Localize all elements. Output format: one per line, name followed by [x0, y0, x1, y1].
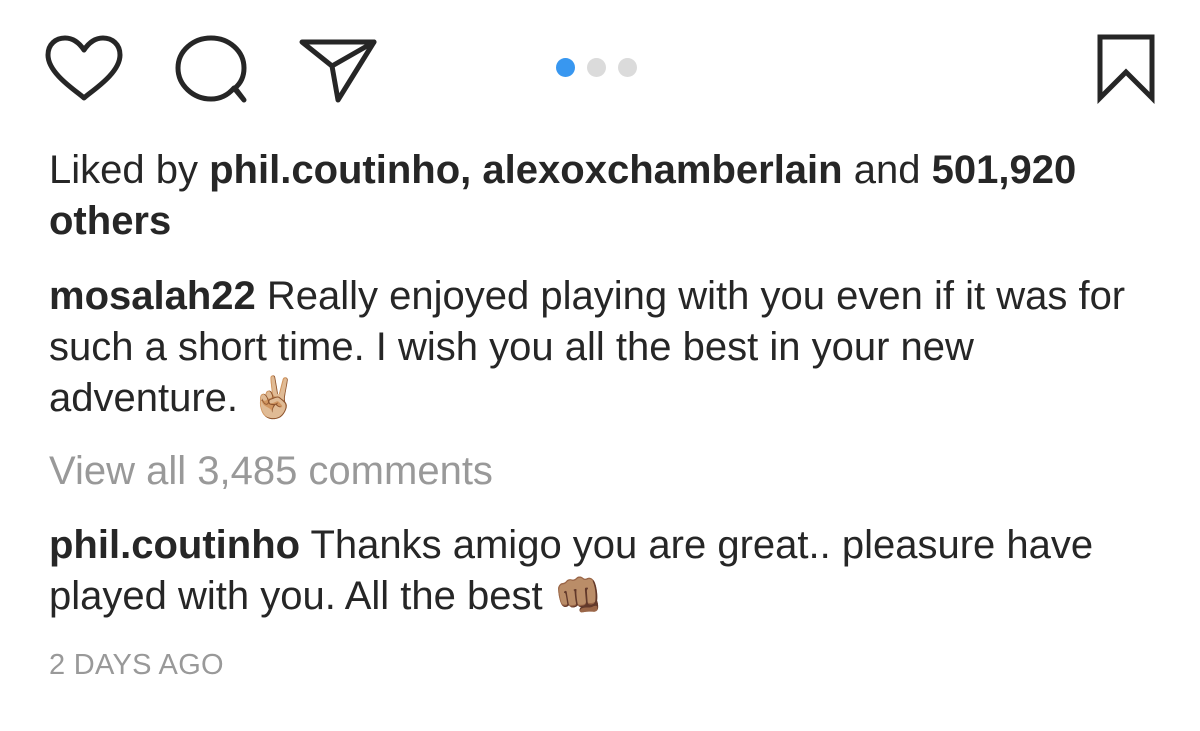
view-all-comments-link[interactable]: View all 3,485 comments	[49, 449, 493, 493]
bookmark-icon	[1097, 34, 1155, 104]
likes-prefix: Liked by	[49, 148, 198, 192]
fist-bump-emoji: 👊🏽	[553, 573, 604, 619]
like-button[interactable]	[44, 34, 124, 104]
comment-button[interactable]	[172, 34, 252, 104]
victory-hand-emoji: ✌🏼	[249, 375, 299, 421]
carousel-dot-2	[587, 57, 606, 77]
post-timestamp: 2 DAYS AGO	[49, 649, 224, 681]
comment-item: phil.coutinho Thanks amigo you are great…	[49, 520, 1159, 622]
view-all-comments: View all 3,485 comments	[49, 446, 1159, 497]
post-caption: mosalah22 Really enjoyed playing with yo…	[49, 271, 1159, 424]
post-action-bar	[0, 0, 1200, 135]
share-button[interactable]	[298, 34, 380, 104]
comment-username-link[interactable]: phil.coutinho	[49, 523, 300, 567]
likes-summary: Liked by phil.coutinho, alexoxchamberlai…	[49, 145, 1159, 247]
liked-by-user-link[interactable]: phil.coutinho	[209, 148, 460, 192]
likes-separator: ,	[460, 148, 472, 192]
comment-icon	[175, 35, 247, 103]
carousel-indicator	[556, 57, 637, 77]
caption-username-link[interactable]: mosalah22	[49, 274, 256, 318]
save-button[interactable]	[1092, 32, 1160, 104]
paper-plane-icon	[299, 39, 377, 103]
carousel-dot-3	[618, 57, 637, 77]
likes-conjunction: and	[853, 148, 921, 192]
heart-icon	[45, 35, 123, 101]
liked-by-user-link[interactable]: alexoxchamberlain	[482, 148, 842, 192]
carousel-dot-1	[556, 57, 575, 77]
